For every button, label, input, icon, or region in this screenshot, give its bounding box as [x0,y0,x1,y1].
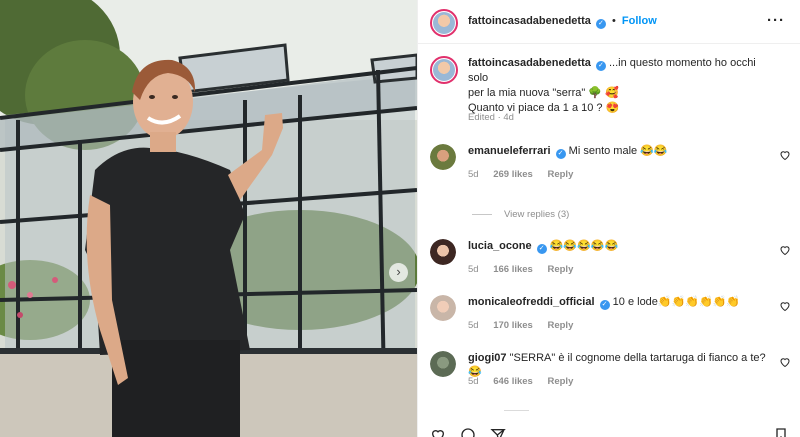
comment-time: 5d [468,264,479,275]
comment-time: 5d [468,169,479,180]
heart-icon[interactable] [779,244,791,256]
replies-divider [472,213,492,215]
verified-icon: ✓ [595,61,606,71]
carousel-next-button[interactable]: › [389,263,408,282]
heart-icon[interactable] [779,300,791,312]
comment-time: 5d [468,320,479,331]
comment-body: emanueleferrari ✓ Mi sento male 😂😂 [468,144,768,159]
comment-reply-button[interactable]: Reply [547,320,573,331]
caption-meta: Edited · 4d [468,112,514,123]
chevron-right-icon: › [396,264,401,279]
comment-body: giogi07 "SERRA" è il cognome della tarta… [468,351,768,379]
comment-reply-button[interactable]: Reply [547,264,573,275]
greenhouse-photo [0,0,417,437]
comment-likes[interactable]: 170 likes [493,320,533,331]
comment-text: 10 e lode👏👏👏👏👏👏 [612,296,741,308]
commenter-avatar[interactable] [430,295,456,321]
comment-meta: 5d 269 likes Reply [468,169,585,180]
commenter-avatar[interactable] [430,144,456,170]
post-photo: › [0,0,417,437]
caption-text: fattoincasadabenedetta ✓ ...in questo mo… [468,56,778,116]
verified-icon: ✓ [536,244,547,254]
comment-text: "SERRA" è il cognome della tartaruga di … [468,352,766,378]
comment-likes[interactable]: 166 likes [493,264,533,275]
post-side-panel: fattoincasadabenedetta ✓ • Follow ··· fa… [417,0,800,437]
comment-text: Mi sento male 😂😂 [568,145,668,157]
divider [504,410,529,411]
bookmark-icon[interactable] [773,427,789,437]
edited-label: Edited [468,112,495,123]
comment-username[interactable]: giogi07 [468,352,507,364]
author-avatar[interactable] [430,9,458,37]
comment-meta: 5d 170 likes Reply [468,320,585,331]
commenter-avatar[interactable] [430,351,456,377]
commenter-avatar[interactable] [430,239,456,265]
post-header: fattoincasadabenedetta ✓ • Follow ··· [418,0,800,44]
comment-username[interactable]: monicaleofreddi_official [468,296,595,308]
action-bar [418,425,800,437]
verified-icon: ✓ [599,300,610,310]
comment-time: 5d [468,376,479,387]
heart-icon[interactable] [779,356,791,368]
comment-username[interactable]: emanueleferrari [468,145,551,157]
comment-text: 😂😂😂😂😂 [549,240,619,252]
edited-time: 4d [503,112,514,123]
comment-reply-button[interactable]: Reply [547,169,573,180]
more-icon[interactable]: ··· [767,12,785,29]
caption-line-2: per la mia nuova "serra" 🌳 🥰 [468,87,619,99]
heart-icon[interactable] [779,149,791,161]
caption-username[interactable]: fattoincasadabenedetta [468,57,591,69]
follow-button[interactable]: Follow [622,15,657,27]
separator-dot: • [612,15,616,27]
comment-body: lucia_ocone ✓ 😂😂😂😂😂 [468,239,768,254]
comment-username[interactable]: lucia_ocone [468,240,532,252]
comment-meta: 5d 646 likes Reply [468,376,585,387]
comment-likes[interactable]: 269 likes [493,169,533,180]
caption-avatar[interactable] [430,56,458,84]
author-username[interactable]: fattoincasadabenedetta [468,15,591,27]
comment-likes[interactable]: 646 likes [493,376,533,387]
comment-body: monicaleofreddi_official ✓ 10 e lode👏👏👏👏… [468,295,768,310]
comment-icon[interactable] [460,427,476,437]
verified-icon: ✓ [595,19,606,29]
heart-icon[interactable] [430,427,446,437]
verified-icon: ✓ [555,149,566,159]
comment-reply-button[interactable]: Reply [547,376,573,387]
comment-meta: 5d 166 likes Reply [468,264,585,275]
view-replies-label: View replies (3) [504,209,570,220]
author-line: fattoincasadabenedetta ✓ • Follow [468,15,657,29]
caption-line-3: Quanto vi piace da 1 a 10 ? 😍 [468,102,620,114]
share-icon[interactable] [490,427,506,437]
view-replies-button[interactable]: View replies (3) [472,209,569,220]
